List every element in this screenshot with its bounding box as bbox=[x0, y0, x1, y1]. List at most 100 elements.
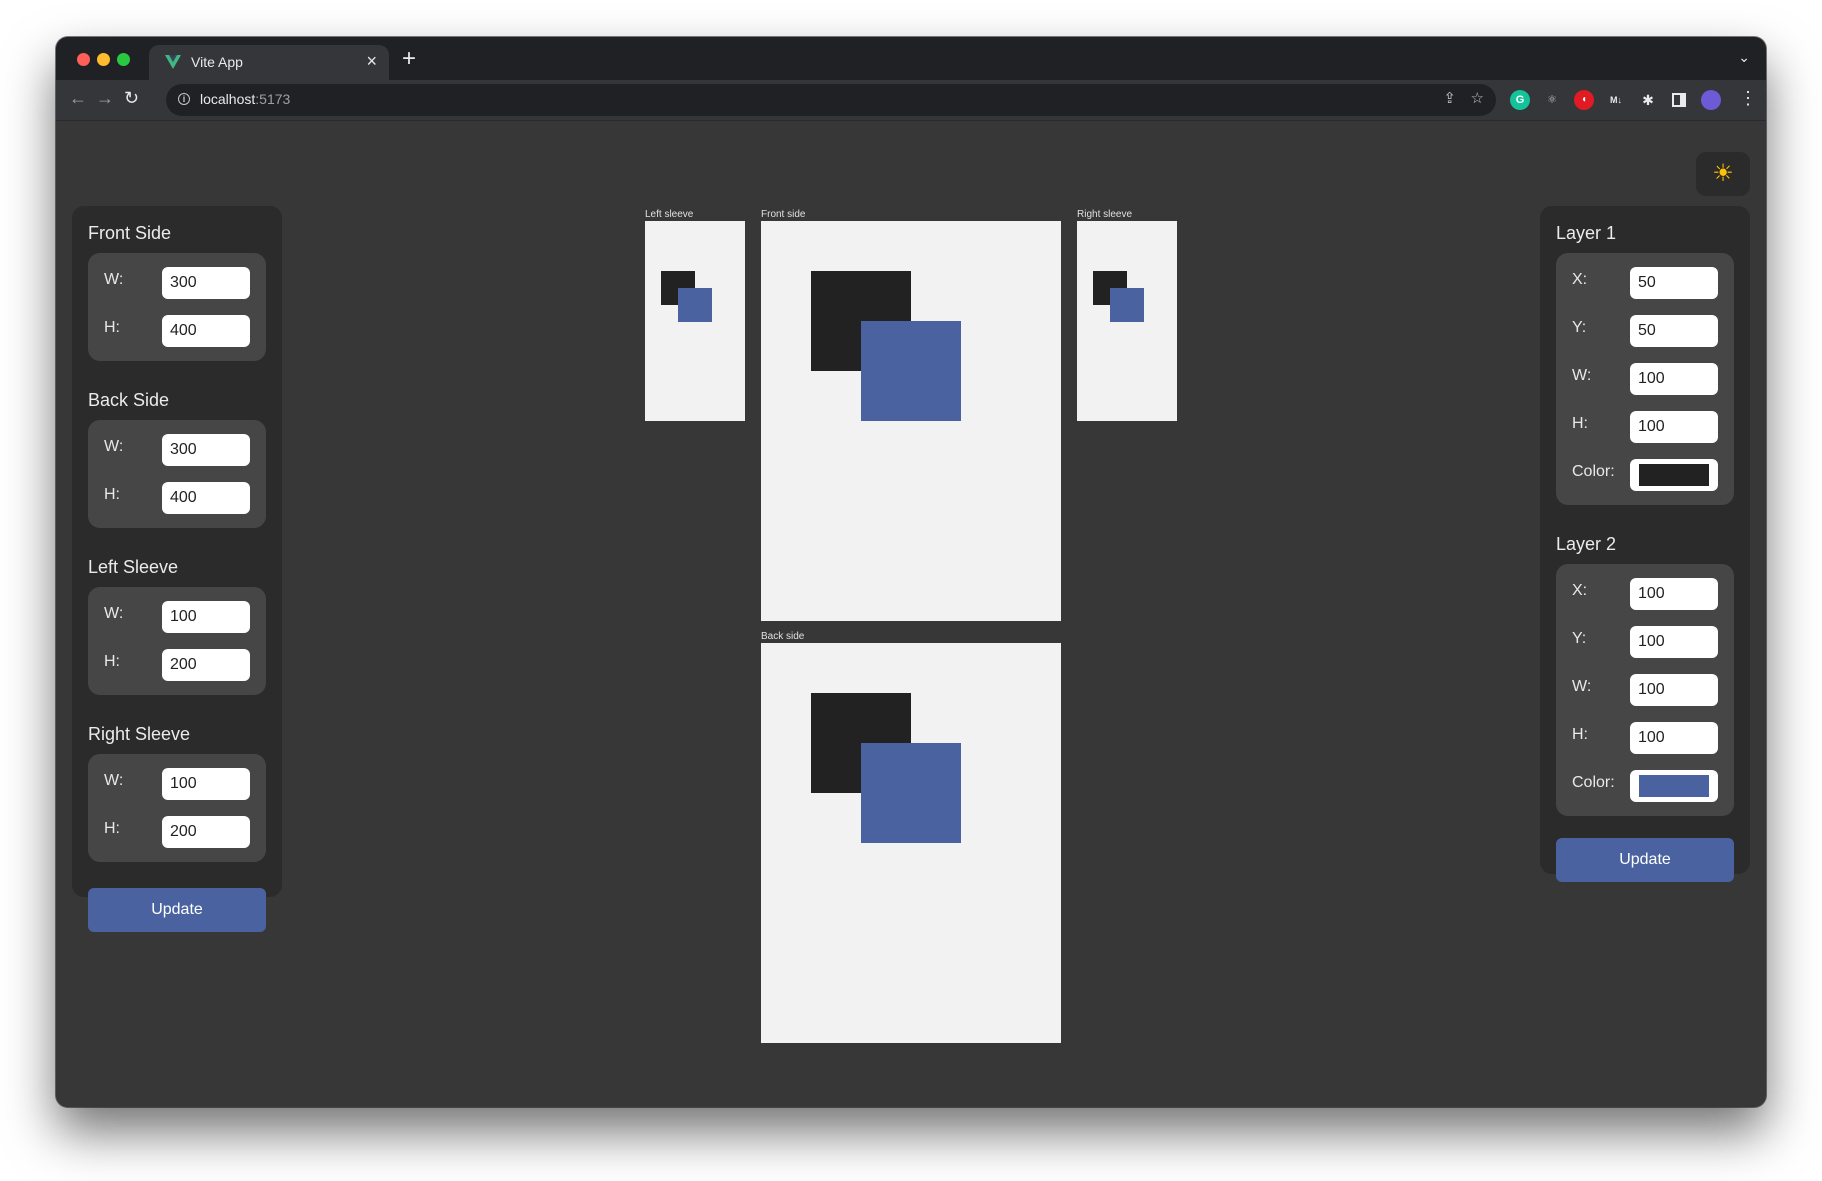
tab-bar: Vite App × + ⌄ bbox=[56, 37, 1766, 80]
left-sleeve-width-input[interactable] bbox=[162, 601, 250, 633]
layer-field-group: X: Y: W: H: Color: bbox=[1556, 253, 1734, 505]
url-host: localhost bbox=[200, 91, 256, 107]
front-side-group: Front Side W: H: bbox=[88, 222, 266, 361]
layer-2-color-picker[interactable] bbox=[1630, 770, 1718, 802]
profile-avatar[interactable] bbox=[1701, 90, 1721, 110]
left-sleeve-group: Left Sleeve W: H: bbox=[88, 556, 266, 695]
x-field-row: X: bbox=[1572, 570, 1718, 618]
field-label: H: bbox=[1572, 415, 1588, 432]
layer-title: Layer 1 bbox=[1556, 223, 1617, 243]
layer-2-shape bbox=[678, 288, 712, 322]
react-devtools-icon[interactable]: ⚛ bbox=[1542, 90, 1562, 110]
maximize-window-button[interactable] bbox=[117, 53, 130, 66]
right-sleeve-height-input[interactable] bbox=[162, 816, 250, 848]
field-label: Y: bbox=[1572, 319, 1587, 336]
layer-2-shape bbox=[1110, 288, 1144, 322]
sun-icon: ☀ bbox=[1712, 160, 1734, 187]
markdown-icon[interactable]: M↓ bbox=[1606, 90, 1626, 110]
height-field-row: H: bbox=[104, 474, 250, 522]
layers-panel: Layer 1 X: Y: W: H: Color: Layer 2 X: Y:… bbox=[1540, 206, 1750, 882]
layer-1-color-picker[interactable] bbox=[1630, 459, 1718, 491]
vue-logo-icon bbox=[165, 55, 181, 69]
bookmark-star-icon[interactable]: ☆ bbox=[1471, 90, 1484, 108]
front-height-input[interactable] bbox=[162, 315, 250, 347]
width-field-row: W: bbox=[1572, 355, 1718, 403]
left-sleeve-canvas[interactable] bbox=[645, 221, 745, 421]
layer-1-y-input[interactable] bbox=[1630, 315, 1718, 347]
close-window-button[interactable] bbox=[77, 53, 90, 66]
y-field-row: Y: bbox=[1572, 307, 1718, 355]
layer-2-shape bbox=[861, 321, 961, 421]
address-bar[interactable]: i localhost:5173 ⇪ ☆ bbox=[166, 84, 1496, 116]
height-field-row: H: bbox=[1572, 714, 1718, 762]
field-label: Color: bbox=[1572, 463, 1615, 480]
field-label: H: bbox=[1572, 726, 1588, 743]
front-side-canvas[interactable] bbox=[761, 221, 1061, 621]
layer-title: Layer 2 bbox=[1556, 534, 1617, 554]
layer-2-group: Layer 2 X: Y: W: H: Color: bbox=[1556, 533, 1734, 816]
puzzle-extensions-icon[interactable]: ✱ bbox=[1638, 90, 1658, 110]
field-label: W: bbox=[104, 605, 124, 622]
layer-2-y-input[interactable] bbox=[1630, 626, 1718, 658]
field-label: H: bbox=[104, 820, 120, 837]
layer-2-width-input[interactable] bbox=[1630, 674, 1718, 706]
update-dimensions-button[interactable]: Update bbox=[88, 888, 266, 932]
group-title: Front Side bbox=[88, 223, 172, 243]
height-field-row: H: bbox=[104, 307, 250, 355]
reload-icon[interactable]: ↻ bbox=[124, 88, 139, 108]
front-width-input[interactable] bbox=[162, 267, 250, 299]
new-tab-button[interactable]: + bbox=[402, 45, 416, 73]
left-sleeve-height-input[interactable] bbox=[162, 649, 250, 681]
url-text: localhost:5173 bbox=[200, 91, 290, 107]
back-side-group: Back Side W: H: bbox=[88, 389, 266, 528]
field-label: Y: bbox=[1572, 630, 1587, 647]
browser-tab[interactable]: Vite App × bbox=[149, 45, 389, 80]
width-field-row: W: bbox=[104, 593, 250, 641]
back-width-input[interactable] bbox=[162, 434, 250, 466]
back-side-canvas[interactable] bbox=[761, 643, 1061, 1043]
grammarly-icon[interactable]: G bbox=[1510, 90, 1530, 110]
tab-search-chevron-icon[interactable]: ⌄ bbox=[1738, 49, 1750, 66]
field-label: W: bbox=[104, 271, 124, 288]
y-field-row: Y: bbox=[1572, 618, 1718, 666]
back-height-input[interactable] bbox=[162, 482, 250, 514]
back-side-label: Back side bbox=[761, 631, 805, 642]
field-label: X: bbox=[1572, 271, 1588, 288]
right-sleeve-width-input[interactable] bbox=[162, 768, 250, 800]
layer-1-x-input[interactable] bbox=[1630, 267, 1718, 299]
tab-close-icon[interactable]: × bbox=[366, 51, 377, 71]
color-swatch bbox=[1639, 464, 1709, 486]
field-group: W: H: bbox=[88, 587, 266, 695]
group-title: Left Sleeve bbox=[88, 557, 179, 577]
field-label: H: bbox=[104, 319, 120, 336]
width-field-row: W: bbox=[104, 259, 250, 307]
theme-toggle-button[interactable]: ☀ bbox=[1696, 152, 1750, 196]
minimize-window-button[interactable] bbox=[97, 53, 110, 66]
field-label: W: bbox=[1572, 367, 1592, 384]
color-swatch bbox=[1639, 775, 1709, 797]
back-arrow-icon[interactable]: ← bbox=[69, 88, 87, 108]
width-field-row: W: bbox=[104, 426, 250, 474]
height-field-row: H: bbox=[104, 808, 250, 856]
layer-2-x-input[interactable] bbox=[1630, 578, 1718, 610]
site-info-icon[interactable]: i bbox=[178, 93, 190, 105]
page-viewport: ☀ Front Side W: H: Back Side W: H: Left … bbox=[56, 121, 1766, 1107]
browser-menu-icon[interactable]: ⋮ bbox=[1739, 88, 1757, 108]
height-field-row: H: bbox=[104, 641, 250, 689]
tab-title: Vite App bbox=[191, 54, 243, 70]
width-field-row: W: bbox=[1572, 666, 1718, 714]
layer-1-width-input[interactable] bbox=[1630, 363, 1718, 395]
share-icon[interactable]: ⇪ bbox=[1443, 90, 1456, 108]
forward-arrow-icon[interactable]: → bbox=[96, 88, 114, 108]
field-group: W: H: bbox=[88, 420, 266, 528]
group-title: Right Sleeve bbox=[88, 724, 191, 744]
right-sleeve-canvas[interactable] bbox=[1077, 221, 1177, 421]
field-label: X: bbox=[1572, 582, 1588, 599]
dimensions-panel: Front Side W: H: Back Side W: H: Left Sl… bbox=[72, 206, 282, 932]
layer-1-height-input[interactable] bbox=[1630, 411, 1718, 443]
sidepanel-icon[interactable] bbox=[1669, 90, 1689, 110]
layer-2-height-input[interactable] bbox=[1630, 722, 1718, 754]
update-layers-button[interactable]: Update bbox=[1556, 838, 1734, 882]
redirect-icon[interactable]: ◖ bbox=[1574, 90, 1594, 110]
layer-2-shape bbox=[861, 743, 961, 843]
